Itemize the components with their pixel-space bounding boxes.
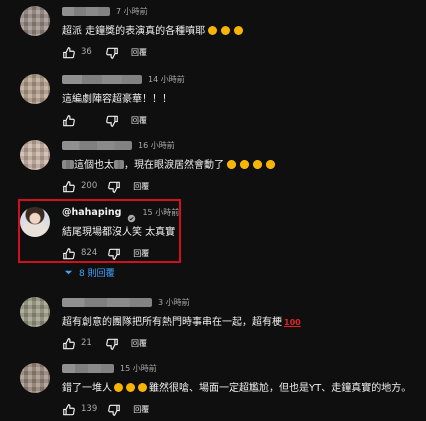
avatar[interactable] bbox=[20, 363, 50, 393]
grin-emoji-icon bbox=[221, 26, 231, 35]
comment-actions: 21 回覆 bbox=[62, 336, 147, 350]
reply-button[interactable]: 回覆 bbox=[131, 47, 147, 58]
reply-button[interactable]: 回覆 bbox=[131, 115, 147, 126]
comment-text: 錯了一堆人 雖然很嗆、場面一定超尷尬，但也是YT、走鐘真實的地方。 bbox=[62, 383, 412, 394]
chevron-down-icon bbox=[64, 268, 73, 277]
redacted-text bbox=[62, 160, 74, 169]
comment-text: 超派 走鐘獎的表演真的各種噴耶 bbox=[62, 22, 244, 37]
grin-emoji-icon bbox=[208, 26, 218, 35]
thumbs-down-icon[interactable] bbox=[107, 179, 121, 193]
thumbs-down-icon[interactable] bbox=[107, 402, 121, 416]
grin-emoji-icon bbox=[126, 383, 135, 392]
comment-time[interactable]: 7 小時前 bbox=[116, 6, 148, 17]
comment-time[interactable]: 3 小時前 bbox=[158, 297, 190, 308]
comment-time[interactable]: 15 小時前 bbox=[142, 207, 179, 218]
redacted-text bbox=[114, 160, 124, 169]
author-name[interactable] bbox=[62, 74, 142, 84]
comment-text: 超有創意的團隊把所有熱門時事串在一起，超有梗 100 bbox=[62, 317, 301, 328]
thumbs-down-icon[interactable] bbox=[105, 113, 119, 127]
thumbs-down-icon[interactable] bbox=[105, 45, 119, 59]
hundred-points-emoji-icon: 100 bbox=[284, 318, 301, 327]
author-name[interactable] bbox=[62, 140, 132, 150]
avatar[interactable] bbox=[20, 6, 50, 36]
comment-meta: @hahaping 15 小時前 bbox=[62, 205, 179, 222]
comment-time[interactable]: 14 小時前 bbox=[148, 74, 185, 85]
like-count: 21 bbox=[81, 338, 92, 348]
reply-button[interactable]: 回覆 bbox=[133, 248, 149, 259]
avatar[interactable] bbox=[20, 74, 50, 104]
heart-eyes-emoji-icon bbox=[253, 160, 262, 169]
verified-check-icon bbox=[127, 208, 136, 222]
thumbs-up-icon[interactable] bbox=[62, 402, 76, 416]
comment-meta: 7 小時前 bbox=[62, 4, 148, 18]
avatar[interactable] bbox=[20, 297, 50, 327]
author-name[interactable] bbox=[62, 6, 110, 16]
reply-button[interactable]: 回覆 bbox=[131, 338, 147, 349]
avatar[interactable] bbox=[20, 207, 50, 237]
comment-time[interactable]: 15 小時前 bbox=[120, 363, 157, 374]
thumbs-down-icon[interactable] bbox=[107, 246, 121, 260]
comment-actions: 36 回覆 bbox=[62, 45, 147, 59]
thumbs-up-icon[interactable] bbox=[62, 336, 76, 350]
replies-count-label: 8 則回覆 bbox=[79, 269, 115, 279]
comment-meta: 16 小時前 bbox=[62, 138, 175, 152]
heart-eyes-emoji-icon bbox=[227, 160, 236, 169]
comment-actions: 200 回覆 bbox=[62, 179, 149, 193]
like-count: 36 bbox=[81, 47, 92, 57]
thumbs-up-icon[interactable] bbox=[62, 45, 76, 59]
comment-text: 這個也太 ，現在眼淚居然會動了 bbox=[62, 156, 275, 171]
thumbs-up-icon[interactable] bbox=[62, 246, 76, 260]
thumbs-down-icon[interactable] bbox=[105, 336, 119, 350]
comment-actions: 824 回覆 bbox=[62, 246, 149, 260]
reply-button[interactable]: 回覆 bbox=[133, 181, 149, 192]
comment-time[interactable]: 16 小時前 bbox=[138, 140, 175, 151]
grin-emoji-icon bbox=[234, 26, 244, 35]
reply-button[interactable]: 回覆 bbox=[133, 404, 149, 415]
author-name[interactable] bbox=[62, 297, 152, 307]
like-count: 139 bbox=[81, 404, 98, 414]
like-count: 200 bbox=[81, 181, 98, 191]
grin-emoji-icon bbox=[114, 383, 123, 392]
like-count: 824 bbox=[81, 248, 98, 258]
grin-emoji-icon bbox=[138, 383, 147, 392]
replies-toggle-button[interactable]: 8 則回覆 bbox=[64, 266, 115, 279]
author-name[interactable] bbox=[62, 363, 114, 373]
thumbs-up-icon[interactable] bbox=[62, 179, 76, 193]
comment-text: 結尾現場都沒人笑 太真實 bbox=[62, 227, 176, 238]
heart-eyes-emoji-icon bbox=[266, 160, 275, 169]
comment-meta: 14 小時前 bbox=[62, 72, 185, 86]
author-name[interactable]: @hahaping bbox=[62, 207, 121, 218]
heart-eyes-emoji-icon bbox=[240, 160, 249, 169]
comment-actions: 回覆 bbox=[62, 113, 147, 127]
thumbs-up-icon[interactable] bbox=[62, 113, 76, 127]
comment-text: 這編劇陣容超豪華！！！ bbox=[62, 94, 172, 105]
comment-actions: 139 回覆 bbox=[62, 402, 149, 416]
avatar[interactable] bbox=[20, 140, 50, 170]
comment-meta: 15 小時前 bbox=[62, 361, 157, 375]
comment-meta: 3 小時前 bbox=[62, 295, 190, 309]
